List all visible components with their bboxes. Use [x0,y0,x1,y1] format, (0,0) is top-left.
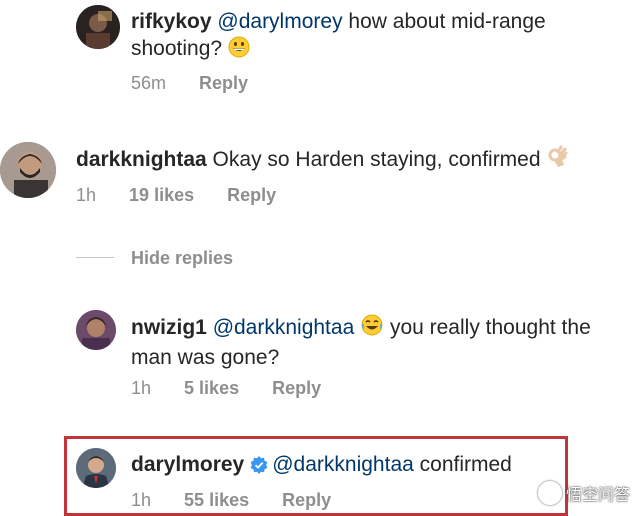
mention-link[interactable]: @darylmorey [217,10,342,33]
avatar[interactable] [76,310,116,350]
hide-replies-button[interactable]: Hide replies [131,248,233,269]
comment-meta: 1h 5 likes Reply [131,378,349,399]
watermark: 悟空问答 [537,481,630,505]
comment-meta: 56m Reply [131,73,276,94]
reply-button[interactable]: Reply [272,378,321,399]
username[interactable]: nwizig1 [131,316,207,339]
grinning-face-emoji [228,36,250,65]
comment-meta: 1h 19 likes Reply [76,185,304,206]
comment-text: confirmed [413,453,512,476]
avatar[interactable] [0,142,56,198]
username[interactable]: darkknightaa [76,148,207,171]
watermark-logo-icon [537,481,562,505]
reply-button[interactable]: Reply [227,185,276,206]
comment-body: rifkykoy @darylmorey how about mid-range… [131,8,601,65]
username[interactable]: darylmorey [131,453,244,476]
mention-link[interactable]: @darkknightaa [272,453,414,476]
likes-count[interactable]: 5 likes [184,378,239,399]
timestamp: 56m [131,73,167,93]
comment-meta: 1h 55 likes Reply [131,490,359,511]
reply-button[interactable]: Reply [282,490,331,511]
avatar[interactable] [76,448,116,488]
timestamp: 1h [131,490,152,510]
mention-link[interactable]: @darkknightaa [213,316,355,339]
likes-count[interactable]: 55 likes [184,490,249,511]
timestamp: 1h [76,185,97,205]
likes-count[interactable]: 19 likes [129,185,194,206]
ok-hand-emoji [546,145,570,176]
username[interactable]: rifkykoy [131,10,212,33]
comment-text: Okay so Harden staying, confirmed [206,148,547,171]
comment-body: nwizig1 @darkknightaa you really thought… [131,313,611,371]
verified-badge-icon [250,454,268,481]
tears-of-joy-emoji [360,313,384,344]
reply-button[interactable]: Reply [199,73,248,94]
watermark-text: 悟空问答 [565,487,630,504]
avatar[interactable] [76,5,120,49]
comment-body: darkknightaa Okay so Harden staying, con… [76,145,636,176]
timestamp: 1h [131,378,152,398]
hide-replies-divider [76,257,114,258]
comment-body: darylmorey @darkknightaa confirmed [131,451,561,481]
